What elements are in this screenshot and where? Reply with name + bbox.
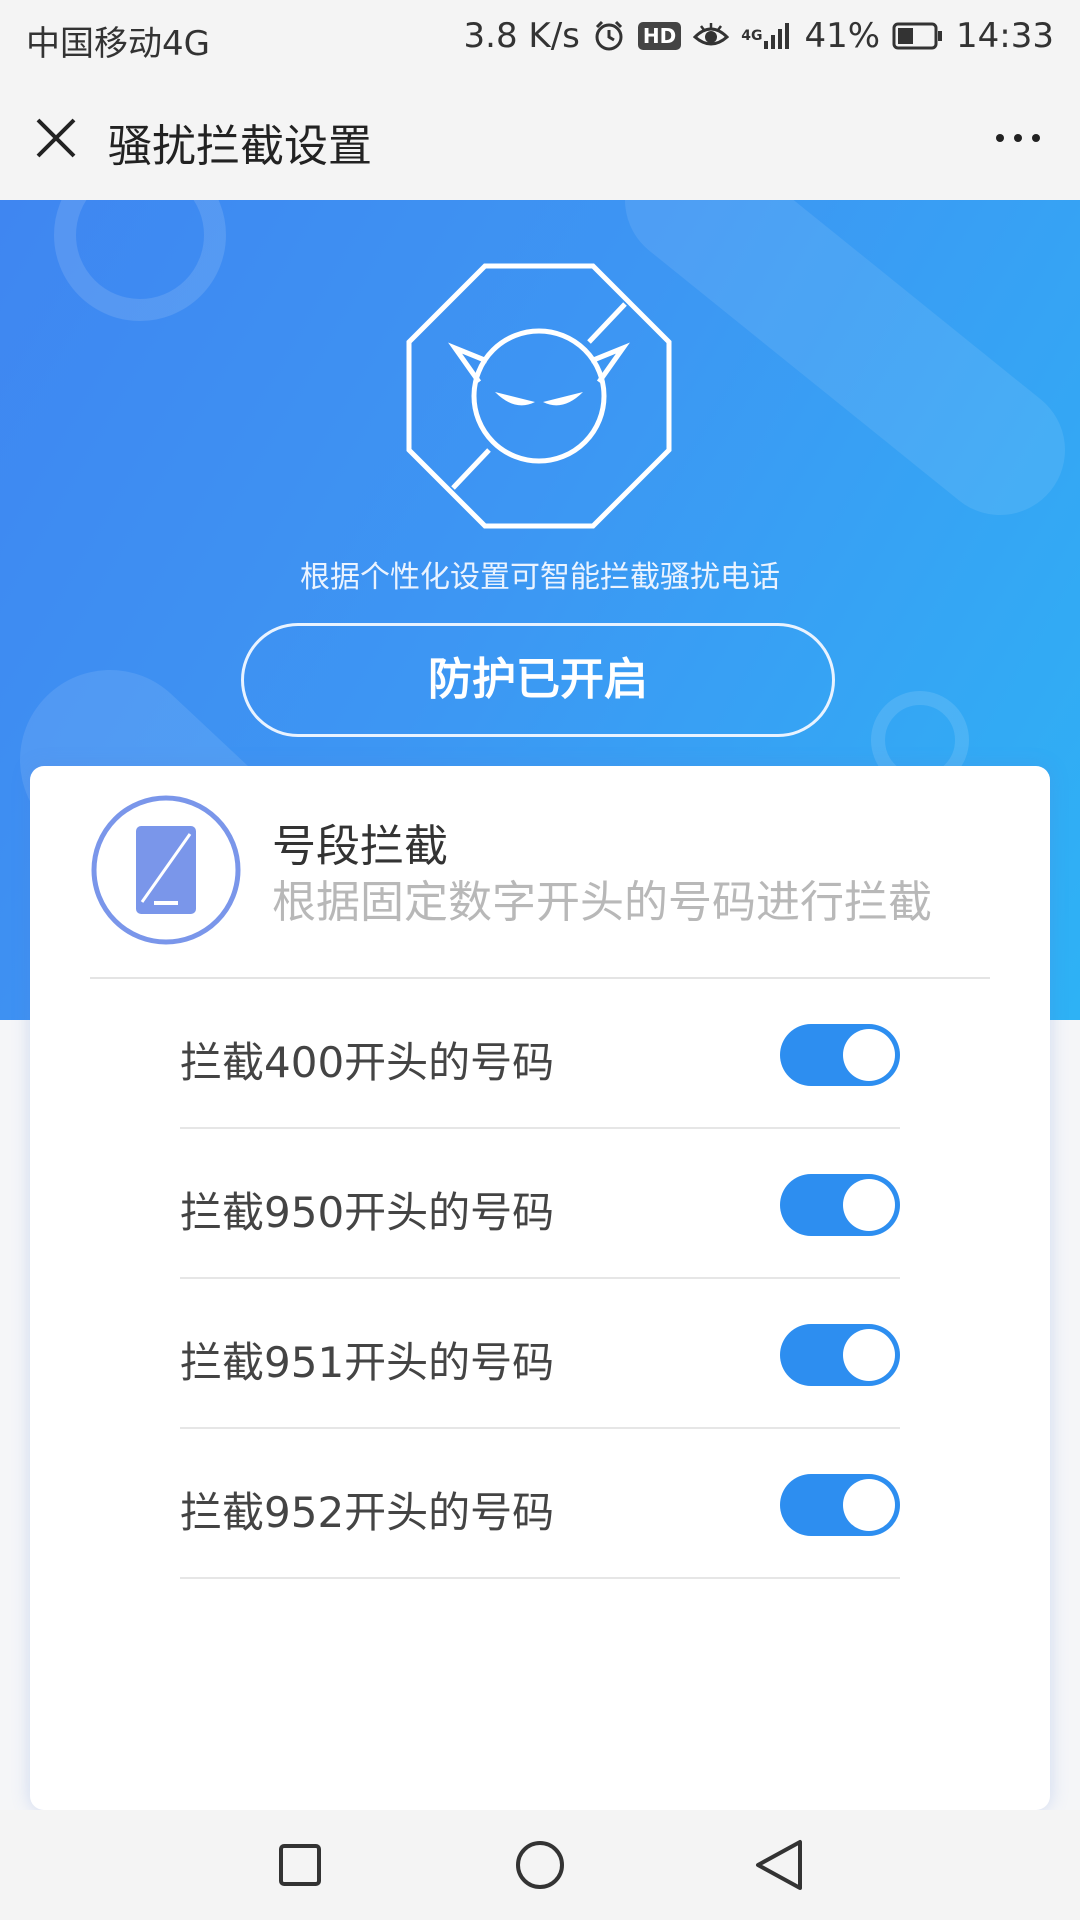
toggle-switch[interactable]	[780, 1024, 900, 1086]
phone-icon	[91, 795, 241, 945]
rule-label: 拦截951开头的号码	[180, 1338, 555, 1387]
carrier-label: 中国移动4G	[26, 24, 210, 64]
battery-icon	[892, 21, 944, 51]
recent-apps-button[interactable]	[260, 1830, 340, 1900]
protection-status-button[interactable]: 防护已开启	[241, 623, 835, 737]
home-icon	[516, 1841, 564, 1889]
navigation-bar	[0, 1810, 1080, 1920]
battery-percent: 41%	[804, 16, 881, 56]
rule-row: 拦截952开头的号码	[180, 1429, 900, 1579]
toggle-switch[interactable]	[780, 1324, 900, 1386]
toggle-switch[interactable]	[780, 1174, 900, 1236]
card-title: 号段拦截	[272, 821, 448, 872]
toggle-knob	[843, 1179, 895, 1231]
close-button[interactable]	[24, 106, 88, 170]
signal-icon: 4G	[741, 21, 792, 51]
title-bar: 骚扰拦截设置	[0, 76, 1080, 200]
more-icon	[996, 134, 1040, 142]
toggle-knob	[843, 1029, 895, 1081]
rule-row: 拦截950开头的号码	[180, 1129, 900, 1279]
rule-row: 拦截951开头的号码	[180, 1279, 900, 1429]
home-button[interactable]	[500, 1830, 580, 1900]
clock: 14:33	[956, 16, 1054, 56]
network-speed: 3.8 K/s	[463, 16, 580, 56]
rule-label: 拦截950开头的号码	[180, 1188, 555, 1237]
rule-label: 拦截400开头的号码	[180, 1038, 555, 1087]
eye-icon	[693, 21, 730, 51]
alarm-icon	[592, 19, 626, 53]
back-icon	[756, 1840, 802, 1890]
back-button[interactable]	[740, 1830, 820, 1900]
status-bar: 中国移动4G 3.8 K/s HD 4G 41% 14:33	[0, 0, 1080, 76]
card-description: 根据固定数字开头的号码进行拦截	[272, 877, 932, 928]
number-block-card: 号段拦截 根据固定数字开头的号码进行拦截 拦截400开头的号码 拦截950开头的…	[30, 766, 1050, 1810]
page-title: 骚扰拦截设置	[108, 121, 372, 172]
divider	[180, 1577, 900, 1579]
more-button[interactable]	[986, 106, 1050, 170]
status-icons: 3.8 K/s HD 4G 41% 14:33	[464, 14, 1054, 58]
hd-icon: HD	[637, 22, 682, 50]
recent-apps-icon	[279, 1844, 321, 1886]
close-icon	[36, 118, 76, 158]
toggle-knob	[843, 1329, 895, 1381]
rule-row: 拦截400开头的号码	[180, 979, 900, 1129]
rule-label: 拦截952开头的号码	[180, 1488, 555, 1537]
hero-subtitle: 根据个性化设置可智能拦截骚扰电话	[300, 560, 780, 595]
toggle-knob	[843, 1479, 895, 1531]
toggle-switch[interactable]	[780, 1474, 900, 1536]
devil-shield-icon	[406, 263, 672, 529]
